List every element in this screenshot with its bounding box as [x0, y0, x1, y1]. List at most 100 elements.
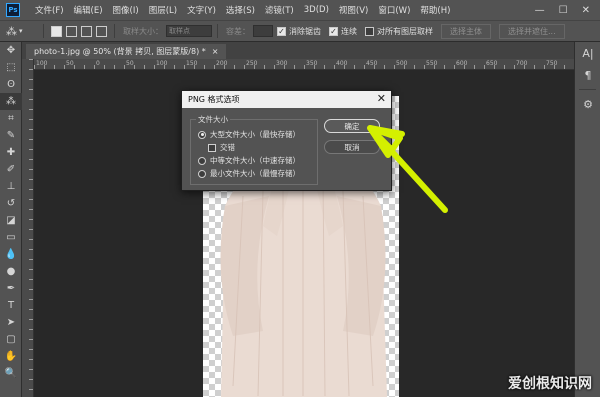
menu-type[interactable]: 文字(Y) — [182, 4, 221, 16]
move-tool-icon[interactable]: ✥ — [0, 42, 22, 59]
tool-preset-picker[interactable]: ⁂ ▾ — [6, 25, 38, 38]
interlaced-label: 交错 — [220, 143, 235, 152]
healing-brush-tool-icon[interactable]: ✚ — [0, 144, 22, 161]
contiguous-label: 连续 — [341, 26, 357, 36]
menu-edit[interactable]: 编辑(E) — [69, 4, 108, 16]
ruler-tick-label: 650 — [486, 60, 498, 67]
zoom-tool-icon[interactable]: 🔍 — [0, 365, 22, 382]
ruler-ticks — [29, 59, 33, 397]
menu-select[interactable]: 选择(S) — [221, 4, 260, 16]
type-tool-icon[interactable]: T — [0, 297, 22, 314]
ruler-tick-label: 300 — [276, 60, 288, 67]
radio-large-file[interactable]: 大型文件大小（最快存储） — [198, 129, 300, 140]
new-selection-button[interactable] — [51, 25, 62, 37]
tools-panel: ✥ ⬚ ʘ ⁂ ⌗ ✎ ✚ ✐ ⊥ ↺ ◪ ▭ 💧 ● ✒ T ➤ ▢ ✋ 🔍 — [0, 42, 22, 397]
eyedropper-tool-icon[interactable]: ✎ — [0, 127, 22, 144]
marquee-tool-icon[interactable]: ⬚ — [0, 59, 22, 76]
watermark-text: 爱创根知识网 — [508, 376, 592, 392]
divider — [114, 24, 115, 38]
close-tab-icon[interactable]: × — [212, 47, 219, 56]
ruler-tick-label: 0 — [96, 60, 100, 67]
watermark: 爱创根知识网 — [508, 373, 592, 393]
contiguous-checkbox[interactable]: ✓ 连续 — [329, 26, 357, 37]
menu-help[interactable]: 帮助(H) — [415, 4, 455, 16]
divider — [579, 89, 596, 90]
paragraph-panel-icon[interactable]: ¶ — [575, 64, 600, 86]
add-selection-button[interactable] — [66, 25, 77, 37]
tolerance-label: 容差： — [226, 26, 250, 36]
menu-window[interactable]: 窗口(W) — [373, 4, 415, 16]
ruler-horizontal[interactable]: 100 50 0 50 100 150 200 250 300 350 400 450 500 550 60… — [34, 59, 574, 70]
menu-view[interactable]: 视图(V) — [334, 4, 373, 16]
ruler-vertical[interactable] — [22, 59, 34, 397]
close-icon[interactable]: ✕ — [582, 5, 590, 16]
dialog-title: PNG 格式选项 — [188, 95, 240, 104]
menu-layer[interactable]: 图层(L) — [144, 4, 182, 16]
document-tab[interactable]: photo-1.jpg @ 50% (背景 拷贝, 图层蒙版/8) * × — [26, 44, 227, 59]
dialog-titlebar[interactable]: PNG 格式选项 ✕ — [182, 91, 391, 108]
menu-filter[interactable]: 滤镜(T) — [260, 4, 299, 16]
antialias-checkbox[interactable]: ✓ 消除锯齿 — [277, 26, 321, 37]
menu-image[interactable]: 图像(I) — [108, 4, 144, 16]
properties-panel-icon[interactable]: ⚙ — [575, 93, 600, 115]
menu-bar: Ps 文件(F) 编辑(E) 图像(I) 图层(L) 文字(Y) 选择(S) 滤… — [0, 0, 600, 20]
character-panel-icon[interactable]: A| — [575, 42, 600, 64]
png-options-dialog: PNG 格式选项 ✕ 文件大小 大型文件大小（最快存储） 交错 中等文件大小（中… — [181, 90, 392, 191]
sample-all-layers-checkbox[interactable]: 对所有图层取样 — [365, 26, 433, 37]
checkbox-icon: ✓ — [277, 26, 286, 36]
ruler-tick-label: 700 — [516, 60, 528, 67]
subtract-selection-button[interactable] — [81, 25, 92, 37]
ruler-tick-label: 50 — [66, 60, 74, 67]
cancel-button[interactable]: 取消 — [324, 140, 380, 154]
hand-tool-icon[interactable]: ✋ — [0, 348, 22, 365]
radio-icon — [198, 156, 206, 165]
intersect-selection-button[interactable] — [96, 25, 107, 37]
maximize-icon[interactable]: ☐ — [559, 5, 568, 16]
lasso-tool-icon[interactable]: ʘ — [0, 76, 22, 93]
select-subject-button[interactable]: 选择主体 — [441, 23, 491, 39]
ruler-tick-label: 550 — [426, 60, 438, 67]
ruler-tick-label: 150 — [186, 60, 198, 67]
ruler-tick-label: 600 — [456, 60, 468, 67]
document-tab-bar: photo-1.jpg @ 50% (背景 拷贝, 图层蒙版/8) * × — [22, 42, 574, 59]
checkbox-interlaced[interactable]: 交错 — [208, 142, 235, 153]
brush-tool-icon[interactable]: ✐ — [0, 161, 22, 178]
sample-size-label: 取样大小： — [123, 26, 163, 36]
radio-medium-file[interactable]: 中等文件大小（中速存储） — [198, 155, 300, 166]
ruler-tick-label: 500 — [396, 60, 408, 67]
sample-size-select[interactable]: 取样点 — [166, 25, 212, 37]
tolerance-input[interactable] — [253, 25, 273, 37]
file-size-group-label: 文件大小 — [196, 114, 230, 125]
history-brush-tool-icon[interactable]: ↺ — [0, 195, 22, 212]
pen-tool-icon[interactable]: ✒ — [0, 280, 22, 297]
window-controls: — ☐ ✕ — [535, 5, 600, 16]
blur-tool-icon[interactable]: 💧 — [0, 246, 22, 263]
checkbox-icon: ✓ — [329, 26, 338, 36]
ok-button[interactable]: 确定 — [324, 119, 380, 133]
radio-smallest-label: 最小文件大小（最慢存储） — [210, 169, 300, 178]
divider — [217, 24, 218, 38]
magic-wand-tool-icon[interactable]: ⁂ — [0, 93, 22, 110]
options-bar: ⁂ ▾ 取样大小： 取样点 容差： ✓ 消除锯齿 ✓ 连续 对所有图层取样 选择主体 … — [0, 20, 600, 42]
minimize-icon[interactable]: — — [535, 5, 545, 16]
ruler-tick-label: 100 — [36, 60, 48, 67]
ruler-tick-label: 50 — [126, 60, 134, 67]
ruler-tick-label: 450 — [366, 60, 378, 67]
clone-stamp-tool-icon[interactable]: ⊥ — [0, 178, 22, 195]
eraser-tool-icon[interactable]: ◪ — [0, 212, 22, 229]
menu-3d[interactable]: 3D(D) — [299, 5, 334, 15]
crop-tool-icon[interactable]: ⌗ — [0, 110, 22, 127]
dodge-tool-icon[interactable]: ● — [0, 263, 22, 280]
dialog-close-icon[interactable]: ✕ — [377, 92, 386, 105]
shape-tool-icon[interactable]: ▢ — [0, 331, 22, 348]
path-selection-tool-icon[interactable]: ➤ — [0, 314, 22, 331]
radio-medium-label: 中等文件大小（中速存储） — [210, 156, 300, 165]
gradient-tool-icon[interactable]: ▭ — [0, 229, 22, 246]
radio-smallest-file[interactable]: 最小文件大小（最慢存储） — [198, 168, 300, 179]
menu-file[interactable]: 文件(F) — [30, 4, 69, 16]
select-and-mask-button[interactable]: 选择并遮住... — [499, 23, 565, 39]
sample-all-layers-label: 对所有图层取样 — [377, 26, 433, 36]
ruler-tick-label: 250 — [246, 60, 258, 67]
checkbox-icon — [365, 26, 374, 36]
ruler-tick-label: 400 — [336, 60, 348, 67]
